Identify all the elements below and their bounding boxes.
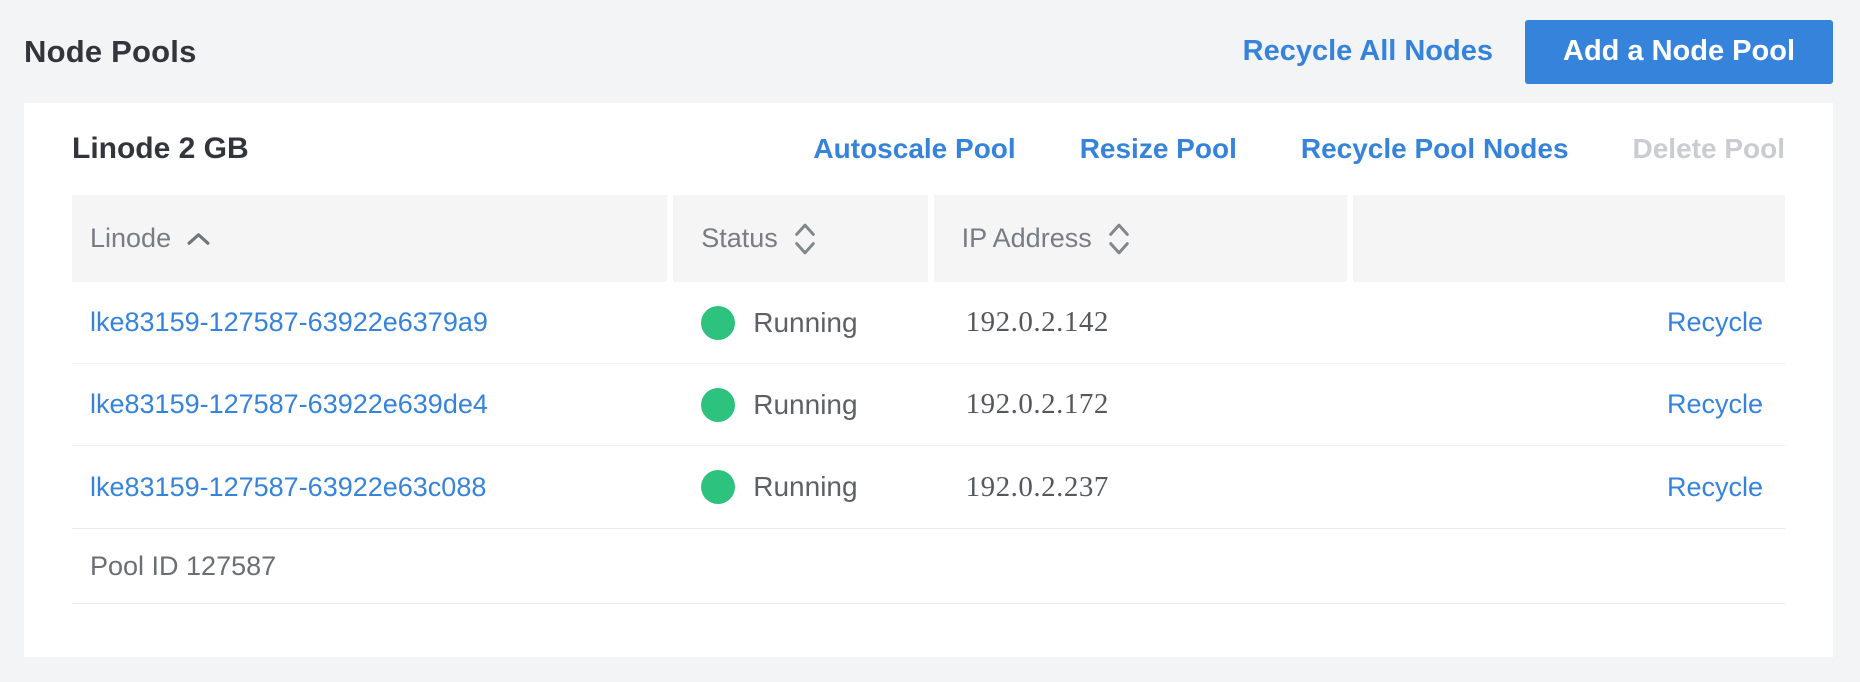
recycle-node-button[interactable]: Recycle [1667, 307, 1763, 338]
page-title: Node Pools [24, 34, 197, 70]
table-row: lke83159-127587-63922e63c088 Running 192… [72, 446, 1785, 528]
add-node-pool-button[interactable]: Add a Node Pool [1525, 20, 1833, 84]
table-row: lke83159-127587-63922e6379a9 Running 192… [72, 282, 1785, 364]
delete-pool-button[interactable]: Delete Pool [1633, 133, 1785, 165]
node-pool-table: Linode Status IP Address [72, 195, 1785, 604]
sort-icon [793, 219, 817, 259]
sort-ascending-icon [186, 231, 211, 246]
page-header-actions: Recycle All Nodes Add a Node Pool [1243, 20, 1833, 84]
column-header-actions [1353, 195, 1785, 282]
table-row: lke83159-127587-63922e639de4 Running 192… [72, 364, 1785, 446]
status-label: Running [753, 389, 857, 421]
column-header-status[interactable]: Status [673, 195, 933, 282]
column-header-status-label: Status [701, 223, 778, 254]
status-label: Running [753, 307, 857, 339]
row-action-cell: Recycle [1353, 446, 1785, 528]
table-header-row: Linode Status IP Address [72, 195, 1785, 282]
status-cell: Running [673, 364, 933, 445]
table-footer-row: Pool ID 127587 [72, 528, 1785, 604]
linode-link[interactable]: lke83159-127587-63922e6379a9 [90, 307, 488, 338]
sort-icon [1107, 219, 1131, 259]
linode-link[interactable]: lke83159-127587-63922e639de4 [90, 389, 488, 420]
status-cell: Running [673, 446, 933, 528]
node-pool-card: Linode 2 GB Autoscale Pool Resize Pool R… [24, 103, 1833, 657]
node-pool-card-header: Linode 2 GB Autoscale Pool Resize Pool R… [24, 103, 1833, 195]
column-header-ip-address[interactable]: IP Address [934, 195, 1354, 282]
recycle-pool-nodes-button[interactable]: Recycle Pool Nodes [1301, 133, 1569, 165]
column-header-linode[interactable]: Linode [72, 195, 673, 282]
resize-pool-button[interactable]: Resize Pool [1080, 133, 1237, 165]
row-action-cell: Recycle [1353, 282, 1785, 363]
pool-title: Linode 2 GB [72, 132, 249, 166]
status-cell: Running [673, 282, 933, 363]
recycle-node-button[interactable]: Recycle [1667, 389, 1763, 420]
pool-id-label: Pool ID 127587 [90, 551, 276, 582]
status-label: Running [753, 471, 857, 503]
ip-address-cell: 192.0.2.142 [934, 282, 1354, 363]
page-header: Node Pools Recycle All Nodes Add a Node … [0, 0, 1860, 103]
column-header-linode-label: Linode [90, 223, 171, 254]
status-running-dot-icon [701, 388, 735, 422]
pool-actions: Autoscale Pool Resize Pool Recycle Pool … [813, 133, 1785, 165]
ip-address-cell: 192.0.2.172 [934, 364, 1354, 445]
recycle-all-nodes-button[interactable]: Recycle All Nodes [1243, 35, 1493, 68]
linode-link[interactable]: lke83159-127587-63922e63c088 [90, 472, 486, 503]
linode-cell: lke83159-127587-63922e6379a9 [72, 282, 673, 363]
status-running-dot-icon [701, 306, 735, 340]
row-action-cell: Recycle [1353, 364, 1785, 445]
linode-cell: lke83159-127587-63922e63c088 [72, 446, 673, 528]
linode-cell: lke83159-127587-63922e639de4 [72, 364, 673, 445]
status-running-dot-icon [701, 470, 735, 504]
recycle-node-button[interactable]: Recycle [1667, 472, 1763, 503]
autoscale-pool-button[interactable]: Autoscale Pool [813, 133, 1015, 165]
ip-address-cell: 192.0.2.237 [934, 446, 1354, 528]
column-header-ip-address-label: IP Address [962, 223, 1092, 254]
